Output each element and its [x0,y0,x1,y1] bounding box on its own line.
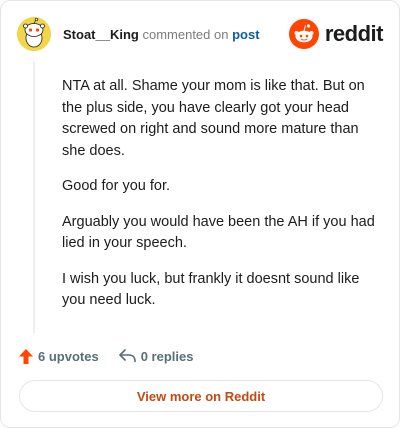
upvote-count: 6 upvotes [38,348,99,364]
comment-paragraph: NTA at all. Shame your mom is like that.… [62,78,365,159]
thread-line [33,61,35,333]
reply-button[interactable]: 0 replies [118,348,194,364]
post-link[interactable]: post [232,27,259,42]
reddit-comment-card: Stoat__King commented on post reddit NTA… [0,0,400,428]
upvote-arrow-icon [19,348,33,364]
reply-count: 0 replies [140,348,194,364]
byline: Stoat__King commented on post [63,27,260,42]
comment-actions: 6 upvotes 0 replies [19,345,193,367]
comment-body: NTA at all. Shame your mom is like that.… [62,76,384,326]
reddit-logo[interactable]: reddit [288,18,384,50]
avatar[interactable] [17,17,51,51]
comment-paragraph: Arguably you would have been the AH if y… [62,213,375,252]
reddit-alien-icon [288,19,319,49]
snoo-avatar-icon [17,17,51,51]
comment-header: Stoat__King commented on post reddit [17,17,384,51]
commented-on-label: commented on [142,27,229,42]
comment-paragraph: I wish you luck, but frankly it doesnt s… [62,270,360,309]
username-link[interactable]: Stoat__King [63,27,139,42]
reddit-wordmark: reddit [324,21,384,46]
reply-arrow-icon [118,349,136,363]
upvote-button[interactable]: 6 upvotes [19,348,99,364]
view-more-button[interactable]: View more on Reddit [19,380,383,412]
comment-paragraph: Good for you for. [62,178,171,194]
